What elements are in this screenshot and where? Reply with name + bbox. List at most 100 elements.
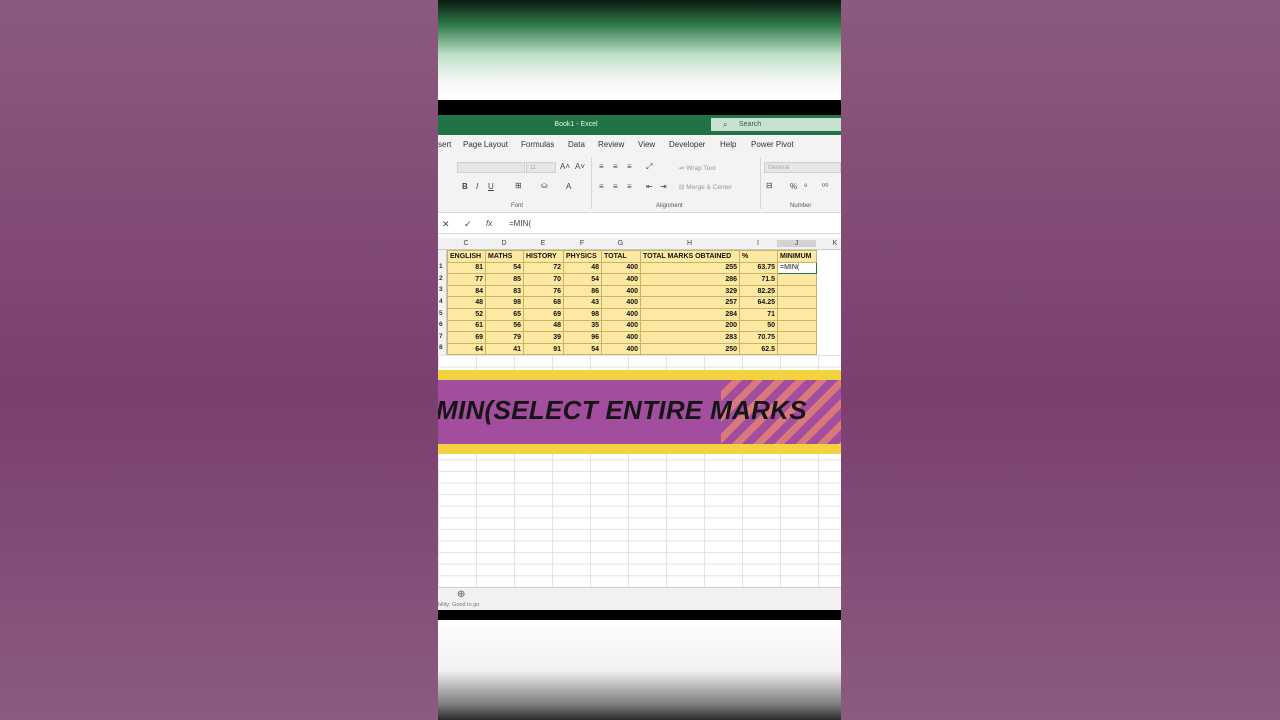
cell[interactable]: 400 <box>601 273 641 286</box>
cell[interactable]: 68 <box>523 296 564 309</box>
cell[interactable]: 41 <box>485 342 524 356</box>
header-cell[interactable]: TOTAL <box>601 250 641 263</box>
cell[interactable] <box>777 307 817 321</box>
underline-button[interactable]: U <box>488 182 494 191</box>
merge-center-button[interactable]: ⊟ Merge & Center <box>679 183 732 191</box>
cell[interactable] <box>777 284 817 298</box>
percent-style-icon[interactable]: % <box>790 182 797 191</box>
cell[interactable]: 257 <box>640 296 740 309</box>
cell[interactable]: 400 <box>601 342 641 356</box>
cell[interactable]: 64 <box>447 342 486 356</box>
cell[interactable]: 70 <box>523 273 564 286</box>
cell[interactable]: 96 <box>563 331 602 344</box>
cell[interactable]: 39 <box>523 331 564 344</box>
cell[interactable]: 56 <box>485 319 524 333</box>
cell[interactable]: 54 <box>563 273 602 286</box>
row-number[interactable]: 3 <box>439 286 443 293</box>
tab-view[interactable]: View <box>638 140 655 149</box>
column-header[interactable]: C <box>447 240 485 247</box>
decrease-indent-icon[interactable]: ⇤ <box>646 182 653 191</box>
number-format-box[interactable]: General <box>764 162 841 173</box>
header-cell[interactable]: ENGLISH <box>447 250 486 263</box>
cell[interactable]: 84 <box>447 284 486 298</box>
column-header[interactable]: I <box>739 240 777 247</box>
tab-formulas[interactable]: Formulas <box>521 140 554 149</box>
add-sheet-icon[interactable]: ⊕ <box>457 589 465 600</box>
cell[interactable] <box>777 273 817 286</box>
header-cell[interactable]: MINIMUM <box>777 250 817 263</box>
header-cell[interactable]: PHYSICS <box>563 250 602 263</box>
cell[interactable]: 65 <box>485 307 524 321</box>
increase-indent-icon[interactable]: ⇥ <box>660 182 667 191</box>
align-center-icon[interactable]: ≡ <box>613 182 618 191</box>
tab-insert[interactable]: sert <box>438 140 451 149</box>
font-size-box[interactable]: 11 <box>526 162 556 173</box>
cell[interactable]: 284 <box>640 307 740 321</box>
align-middle-icon[interactable]: ≡ <box>613 162 618 171</box>
column-header[interactable]: E <box>523 240 563 247</box>
cell[interactable]: 200 <box>640 319 740 333</box>
align-right-icon[interactable]: ≡ <box>627 182 632 191</box>
cell[interactable]: 329 <box>640 284 740 298</box>
cell[interactable]: 69 <box>447 331 486 344</box>
insert-function-icon[interactable]: fx <box>486 219 492 228</box>
cell[interactable]: 71 <box>739 307 778 321</box>
italic-button[interactable]: I <box>476 182 478 191</box>
cell[interactable]: 400 <box>601 319 641 333</box>
enter-icon[interactable]: ✓ <box>464 219 472 230</box>
cell[interactable]: 400 <box>601 296 641 309</box>
cell[interactable]: 63.75 <box>739 261 778 275</box>
orientation-icon[interactable]: ⤢ <box>646 162 652 172</box>
row-number[interactable]: 4 <box>439 298 443 305</box>
align-left-icon[interactable]: ≡ <box>599 182 604 191</box>
cell[interactable]: 85 <box>485 273 524 286</box>
header-cell[interactable]: % <box>739 250 778 263</box>
row-number[interactable]: 1 <box>439 263 443 270</box>
wrap-text-button[interactable]: ⇌ Wrap Text <box>679 164 715 172</box>
column-header-selected[interactable]: J <box>777 240 816 247</box>
header-cell[interactable]: TOTAL MARKS OBTAINED <box>640 250 740 263</box>
column-header[interactable]: G <box>601 240 640 247</box>
font-name-box[interactable] <box>457 162 525 173</box>
cell[interactable]: 72 <box>523 261 564 275</box>
row-number[interactable]: 5 <box>439 310 443 317</box>
cell[interactable]: 43 <box>563 296 602 309</box>
accounting-format-icon[interactable]: ⊟ <box>766 181 773 190</box>
tab-help[interactable]: Help <box>720 140 736 149</box>
row-number[interactable]: 8 <box>439 344 443 351</box>
cell[interactable]: 86 <box>563 284 602 298</box>
row-number[interactable]: 6 <box>439 321 443 328</box>
cell[interactable]: 82.25 <box>739 284 778 298</box>
cell[interactable] <box>777 342 817 356</box>
tab-power-pivot[interactable]: Power Pivot <box>751 140 794 149</box>
decrease-font-icon[interactable]: A˅ <box>575 162 585 171</box>
comma-style-icon[interactable]: ⁹ <box>804 182 807 191</box>
active-cell[interactable]: =MIN( <box>777 261 817 275</box>
column-header[interactable]: D <box>485 240 523 247</box>
column-header[interactable]: F <box>563 240 601 247</box>
column-header[interactable]: K <box>816 240 841 247</box>
font-color-icon[interactable]: A <box>566 182 571 191</box>
cell[interactable] <box>777 319 817 333</box>
cell[interactable]: 48 <box>447 296 486 309</box>
tab-data[interactable]: Data <box>568 140 585 149</box>
cell[interactable]: 283 <box>640 331 740 344</box>
fill-color-icon[interactable]: ⛀ <box>541 181 548 190</box>
cell[interactable]: 250 <box>640 342 740 356</box>
cell[interactable]: 71.5 <box>739 273 778 286</box>
cell[interactable]: 79 <box>485 331 524 344</box>
align-top-icon[interactable]: ≡ <box>599 162 604 171</box>
borders-icon[interactable]: ⊞ <box>515 181 522 190</box>
cell[interactable]: 255 <box>640 261 740 275</box>
header-cell[interactable]: MATHS <box>485 250 524 263</box>
cell[interactable]: 98 <box>563 307 602 321</box>
cell[interactable]: 69 <box>523 307 564 321</box>
increase-font-icon[interactable]: A˄ <box>560 162 570 171</box>
bold-button[interactable]: B <box>462 182 468 191</box>
cell[interactable]: 83 <box>485 284 524 298</box>
cell[interactable]: 54 <box>563 342 602 356</box>
cell[interactable]: 70.75 <box>739 331 778 344</box>
cell[interactable]: 62.5 <box>739 342 778 356</box>
cell[interactable]: 286 <box>640 273 740 286</box>
cell[interactable]: 400 <box>601 307 641 321</box>
